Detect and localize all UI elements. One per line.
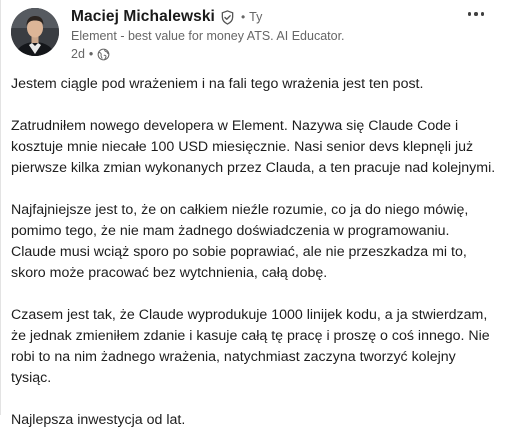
globe-icon: [97, 48, 110, 61]
post-meta: 2d •: [71, 47, 110, 61]
more-horizontal-icon-dot: [474, 12, 478, 16]
connection-degree: Ty: [249, 10, 263, 24]
more-options-button[interactable]: [467, 12, 484, 16]
verified-shield-icon: [220, 9, 235, 25]
post-body: Jestem ciągle pod wrażeniem i na fali te…: [11, 74, 499, 431]
post-paragraph: Najlepsza inwestycja od lat.: [11, 412, 186, 428]
author-headline: Element - best value for money ATS. AI E…: [71, 29, 345, 43]
post-paragraph: Czasem jest tak, że Claude wyprodukuje 1…: [11, 307, 490, 386]
meta-separator: •: [88, 47, 94, 61]
author-name-row: Maciej Michalewski • Ty: [71, 8, 262, 26]
post-paragraph: Jestem ciągle pod wrażeniem i na fali te…: [11, 76, 424, 92]
author-name[interactable]: Maciej Michalewski: [71, 8, 215, 26]
post-time: 2d: [71, 47, 85, 61]
author-avatar[interactable]: [11, 8, 59, 56]
post-paragraph: Zatrudniłem nowego developera w Element.…: [11, 118, 496, 176]
more-horizontal-icon: [467, 12, 471, 16]
more-horizontal-icon-dot: [480, 12, 484, 16]
post-paragraph: Najfajniejsze jest to, że on całkiem nie…: [11, 202, 469, 281]
avatar-photo: [11, 8, 59, 56]
feed-post: Maciej Michalewski • Ty Element - best v…: [0, 0, 506, 428]
name-separator: •: [240, 10, 246, 24]
